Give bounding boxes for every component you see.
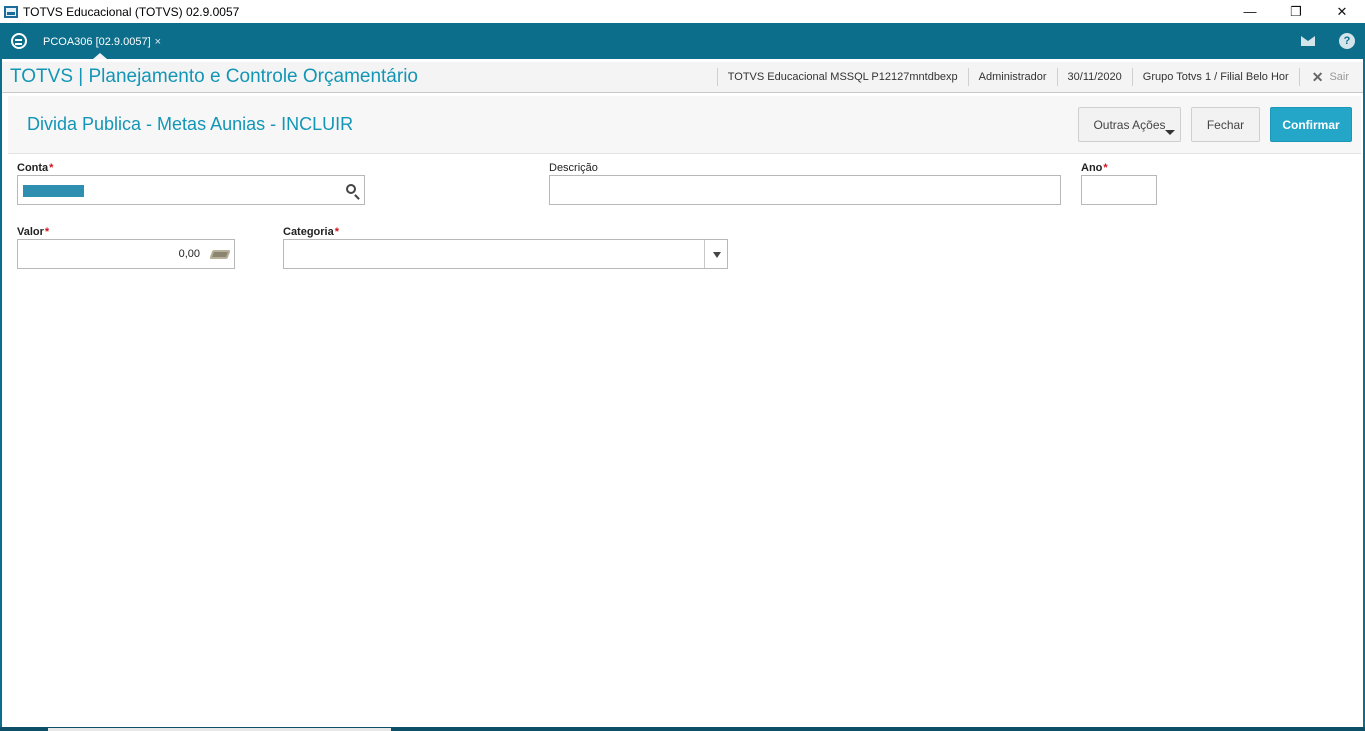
search-icon[interactable]: [346, 184, 356, 194]
valor-field[interactable]: 0,00: [17, 239, 235, 269]
active-tab-indicator: [93, 53, 107, 59]
app-title: TOTVS | Planejamento e Controle Orçament…: [10, 66, 418, 87]
categoria-label-text: Categoria: [283, 226, 334, 238]
chevron-down-icon[interactable]: [713, 252, 721, 258]
conta-label-text: Conta: [17, 162, 49, 174]
form-title: Divida Publica - Metas Aunias - INCLUIR: [27, 114, 354, 134]
descricao-label: Descrição: [549, 162, 598, 174]
minimize-button[interactable]: —: [1227, 0, 1273, 23]
app-window-icon: [4, 5, 18, 18]
tab-close-icon[interactable]: ×: [155, 36, 161, 48]
branch-label: Grupo Totvs 1 / Filial Belo Hor: [1131, 68, 1299, 86]
mail-icon[interactable]: [1301, 36, 1315, 46]
conta-field[interactable]: [17, 175, 365, 205]
window-titlebar: TOTVS Educacional (TOTVS) 02.9.0057 — ❐ …: [0, 0, 1365, 23]
app-header: TOTVS | Planejamento e Controle Orçament…: [2, 62, 1363, 93]
restore-button[interactable]: ❐: [1273, 0, 1319, 23]
form-header: Divida Publica - Metas Aunias - INCLUIR …: [8, 96, 1361, 154]
required-marker: *: [44, 226, 50, 238]
valor-label-text: Valor: [17, 226, 44, 238]
header-info: TOTVS Educacional MSSQL P12127mntdbexp A…: [716, 62, 1363, 92]
valor-value: 0,00: [178, 248, 200, 260]
close-button[interactable]: Fechar: [1191, 107, 1260, 142]
categoria-label: Categoria*: [283, 226, 339, 238]
app-tabbar: PCOA306 [02.9.0057] × ?: [0, 23, 1365, 59]
descricao-field[interactable]: [549, 175, 1061, 205]
ano-label: Ano*: [1081, 162, 1108, 174]
required-marker: *: [334, 226, 340, 238]
window-title: TOTVS Educacional (TOTVS) 02.9.0057: [23, 4, 240, 19]
chevron-down-icon: [1165, 130, 1175, 135]
other-actions-button[interactable]: Outras Ações: [1078, 107, 1181, 142]
valor-label: Valor*: [17, 226, 49, 238]
window-edge-left: [0, 59, 2, 731]
other-actions-label: Outras Ações: [1093, 117, 1166, 132]
required-marker: *: [49, 162, 54, 174]
window-controls: — ❐ ✕: [1227, 0, 1365, 23]
ano-label-text: Ano: [1081, 162, 1103, 174]
environment-label: TOTVS Educacional MSSQL P12127mntdbexp: [716, 68, 968, 86]
logout-label: Sair: [1329, 71, 1349, 83]
ano-field[interactable]: [1081, 175, 1157, 205]
confirm-button[interactable]: Confirmar: [1270, 107, 1352, 142]
conta-selection-highlight: [23, 185, 84, 197]
conta-label: Conta*: [17, 162, 53, 174]
tab-label: PCOA306 [02.9.0057]: [43, 35, 151, 48]
totvs-logo-icon[interactable]: [11, 33, 27, 49]
required-marker: *: [1103, 162, 1108, 174]
select-divider: [704, 240, 705, 268]
money-icon[interactable]: [209, 250, 231, 259]
help-icon[interactable]: ?: [1339, 33, 1355, 49]
tab-pcoa306[interactable]: PCOA306 [02.9.0057] ×: [37, 28, 167, 55]
logout-button[interactable]: ✕ Sair: [1298, 68, 1363, 86]
categoria-select[interactable]: [283, 239, 728, 269]
date-label: 30/11/2020: [1056, 68, 1132, 86]
user-label: Administrador: [967, 68, 1057, 86]
close-icon: ✕: [1311, 68, 1324, 85]
close-window-button[interactable]: ✕: [1319, 0, 1365, 23]
